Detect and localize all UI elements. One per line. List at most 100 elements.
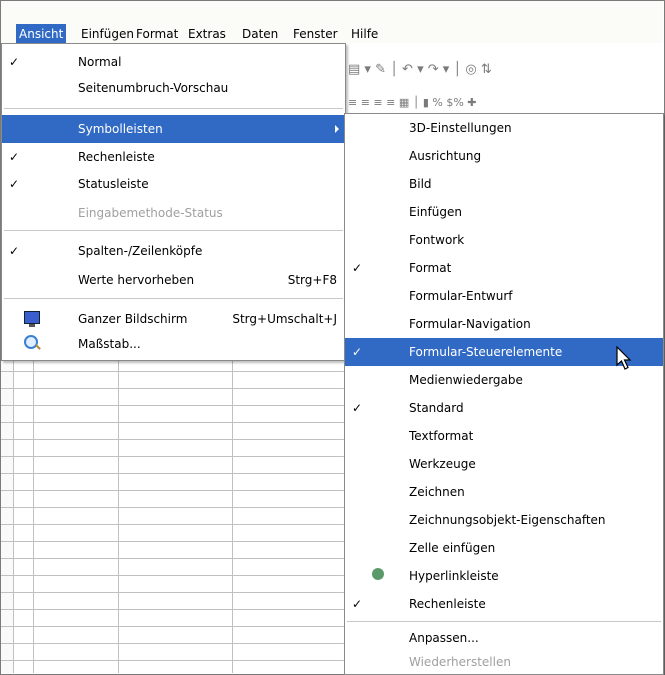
menu-item-rechenleiste[interactable]: ✓ Rechenleiste [2, 143, 345, 171]
submenu-item-zeichnen[interactable]: Zeichnen [345, 478, 663, 506]
menu-daten[interactable]: Daten [242, 24, 278, 44]
submenu-item-zelle-einfuegen[interactable]: Zelle einfügen [345, 534, 663, 562]
menu-item-label: Textformat [409, 429, 474, 443]
menu-item-label: Zeichnungsobjekt-Eigenschaften [409, 513, 606, 527]
check-icon: ✓ [351, 261, 363, 275]
check-icon: ✓ [8, 150, 20, 164]
fullscreen-icon [24, 311, 40, 327]
check-icon: ✓ [351, 401, 363, 415]
menu-fenster[interactable]: Fenster [293, 24, 338, 44]
menu-item-label: Symbolleisten [78, 122, 163, 136]
menu-einfuegen[interactable]: Einfügen [81, 24, 134, 44]
menu-item-label: Zelle einfügen [409, 541, 496, 555]
row-divider [1, 592, 344, 593]
menu-item-symbolleisten[interactable]: Symbolleisten [2, 115, 345, 143]
submenu-item-zeichnungsobjekt-eigenschaften[interactable]: Zeichnungsobjekt-Eigenschaften [345, 506, 663, 534]
menu-item-label: Werte hervorheben [78, 273, 195, 287]
menu-item-seitenumbruch[interactable]: Seitenumbruch-Vorschau [2, 74, 345, 102]
row-divider [1, 643, 344, 644]
check-icon: ✓ [8, 244, 20, 258]
symbolleisten-submenu: 3D-Einstellungen Ausrichtung Bild Einfüg… [344, 113, 664, 675]
menu-separator [347, 621, 661, 623]
menu-item-label: Hyperlinkleiste [409, 569, 499, 583]
menu-item-ganzer-bildschirm[interactable]: Ganzer Bildschirm Strg+Umschalt+J [2, 305, 345, 333]
submenu-item-textformat[interactable]: Textformat [345, 422, 663, 450]
row-divider [1, 371, 344, 372]
row-divider [1, 507, 344, 508]
row-divider [1, 609, 344, 610]
submenu-item-formular-entwurf[interactable]: Formular-Entwurf [345, 282, 663, 310]
submenu-item-anpassen[interactable]: Anpassen... [345, 624, 663, 652]
ansicht-menu: ✓ Normal Seitenumbruch-Vorschau Symbolle… [1, 43, 346, 361]
menu-separator [4, 298, 343, 300]
menu-item-label: Formular-Entwurf [409, 289, 513, 303]
spreadsheet-grid [1, 360, 344, 673]
menu-item-werte-hervorheben[interactable]: Werte hervorheben Strg+F8 [2, 266, 345, 294]
menu-item-label: Wiederherstellen [409, 655, 511, 669]
submenu-arrow-icon [335, 125, 339, 133]
menu-item-label: Ausrichtung [409, 149, 482, 163]
row-divider [1, 388, 344, 389]
menu-item-label: Statusleiste [78, 177, 149, 191]
menu-item-label: Standard [409, 401, 464, 415]
menu-format[interactable]: Format [136, 24, 178, 44]
menu-item-statusleiste[interactable]: ✓ Statusleiste [2, 170, 345, 198]
alignment-icons[interactable]: ≡ ≡ ≡ ≡ ▦ │ ▮ % $% ✚ [348, 96, 477, 109]
row-divider [1, 456, 344, 457]
check-icon: ✓ [351, 345, 363, 359]
submenu-item-rechenleiste[interactable]: ✓ Rechenleiste [345, 590, 663, 618]
menu-item-label: Einfügen [409, 205, 462, 219]
menu-item-label: Anpassen... [409, 631, 479, 645]
menu-separator [4, 108, 343, 110]
mouse-cursor-icon [616, 346, 632, 370]
submenu-item-formular-navigation[interactable]: Formular-Navigation [345, 310, 663, 338]
menu-item-label: Zeichnen [409, 485, 465, 499]
menu-item-label: Fontwork [409, 233, 465, 247]
row-divider [1, 524, 344, 525]
menu-item-label: Medienwiedergabe [409, 373, 523, 387]
shortcut-label: Strg+F8 [287, 273, 337, 287]
menu-item-label: Normal [78, 55, 122, 69]
row-divider [1, 439, 344, 440]
menu-item-massstab[interactable]: Maßstab... [2, 330, 345, 358]
submenu-item-3d-einstellungen[interactable]: 3D-Einstellungen [345, 114, 663, 142]
menu-item-label: Werkzeuge [409, 457, 476, 471]
menu-item-spalten-zeilenkoepfe[interactable]: ✓ Spalten-/Zeilenköpfe [2, 237, 345, 265]
menu-item-normal[interactable]: ✓ Normal [2, 48, 345, 76]
menu-hilfe[interactable]: Hilfe [351, 24, 378, 44]
submenu-item-hyperlinkleiste[interactable]: Hyperlinkleiste [345, 562, 663, 590]
submenu-item-werkzeuge[interactable]: Werkzeuge [345, 450, 663, 478]
submenu-item-wiederherstellen: Wiederherstellen [345, 650, 663, 674]
submenu-item-einfuegen[interactable]: Einfügen [345, 198, 663, 226]
submenu-item-fontwork[interactable]: Fontwork [345, 226, 663, 254]
row-divider [1, 575, 344, 576]
shortcut-label: Strg+Umschalt+J [232, 312, 337, 326]
check-icon: ✓ [351, 597, 363, 611]
row-divider [1, 490, 344, 491]
menu-extras[interactable]: Extras [188, 24, 226, 44]
submenu-item-standard[interactable]: ✓ Standard [345, 394, 663, 422]
hyperlink-icon [372, 568, 384, 580]
row-divider [1, 558, 344, 559]
submenu-item-ausrichtung[interactable]: Ausrichtung [345, 142, 663, 170]
zoom-icon [24, 335, 38, 349]
row-divider [1, 541, 344, 542]
menu-separator [4, 230, 343, 232]
paste-icon[interactable]: ▤ ▾ ✎ │ ↶ ▾ ↷ ▾ │ ◎ ⇅ [348, 62, 492, 77]
submenu-item-format[interactable]: ✓ Format [345, 254, 663, 282]
row-divider [1, 626, 344, 627]
row-divider [1, 660, 344, 661]
check-icon: ✓ [8, 55, 20, 69]
menu-item-label: Spalten-/Zeilenköpfe [78, 244, 203, 258]
menu-item-label: Formular-Steuerelemente [409, 345, 563, 359]
menu-item-label: 3D-Einstellungen [409, 121, 512, 135]
menu-item-label: Rechenleiste [409, 597, 486, 611]
menu-item-eingabemethode: Eingabemethode-Status [2, 199, 345, 227]
menu-item-label: Formular-Navigation [409, 317, 531, 331]
menu-ansicht[interactable]: Ansicht [16, 24, 67, 44]
menu-item-label: Format [409, 261, 452, 275]
menu-item-label: Rechenleiste [78, 150, 155, 164]
submenu-item-bild[interactable]: Bild [345, 170, 663, 198]
menubar: Ansicht Einfügen Format Extras Daten Fen… [1, 1, 663, 44]
row-divider [1, 422, 344, 423]
